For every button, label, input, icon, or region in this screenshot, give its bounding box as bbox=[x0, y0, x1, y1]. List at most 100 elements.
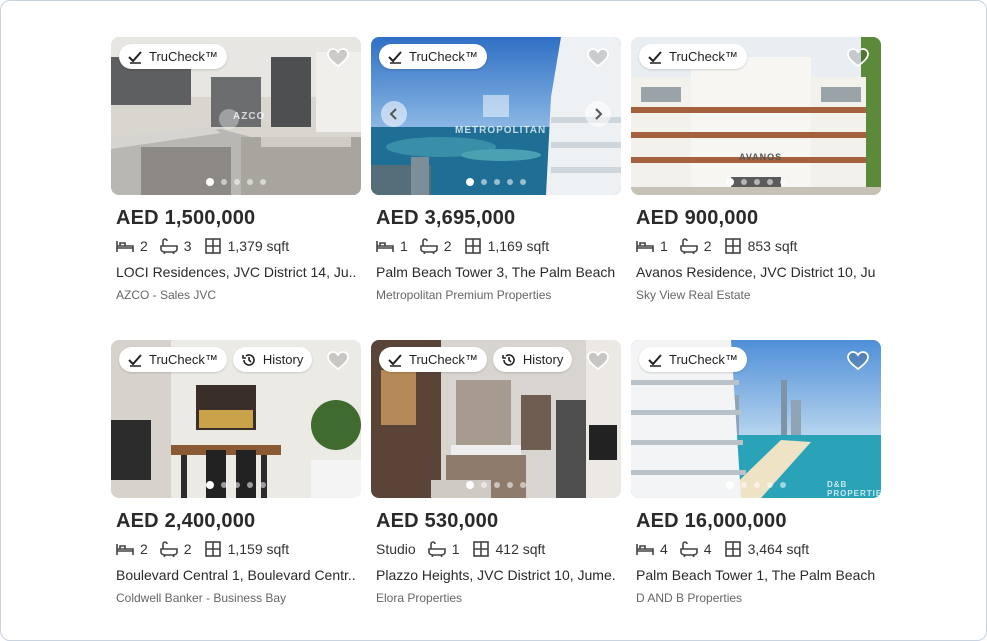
carousel-dot[interactable] bbox=[520, 482, 526, 488]
carousel-dot[interactable] bbox=[780, 179, 786, 185]
listing-title[interactable]: Palm Beach Tower 1, The Palm Beach ... bbox=[636, 567, 876, 583]
trucheck-badge[interactable]: TruCheck™ bbox=[379, 347, 487, 372]
carousel-dot[interactable] bbox=[767, 482, 773, 488]
area-value: 1,169 sqft bbox=[487, 238, 550, 254]
trucheck-badge[interactable]: TruCheck™ bbox=[379, 44, 487, 69]
watermark: METROPOLITAN bbox=[455, 125, 547, 136]
carousel-dot[interactable] bbox=[481, 179, 487, 185]
trucheck-badge[interactable]: TruCheck™ bbox=[119, 347, 227, 372]
history-badge[interactable]: History bbox=[232, 347, 313, 372]
carousel-dot[interactable] bbox=[741, 179, 747, 185]
badge-group: TruCheck™ bbox=[639, 44, 747, 69]
bedrooms-value: 1 bbox=[400, 238, 408, 254]
heart-icon[interactable] bbox=[327, 48, 349, 68]
listing-grid: AZCO TruCheck™ AED 1,500,000 2 3 1,379 s… bbox=[111, 37, 881, 610]
bathrooms-value: 1 bbox=[451, 541, 460, 557]
bed-icon bbox=[116, 241, 134, 252]
agency-name[interactable]: Metropolitan Premium Properties bbox=[376, 288, 621, 302]
heart-icon[interactable] bbox=[847, 48, 869, 68]
floor-plan-icon bbox=[464, 238, 481, 254]
carousel-dot[interactable] bbox=[741, 482, 747, 488]
listing-photo[interactable]: D&B PROPERTIES TruCheck™ bbox=[631, 340, 881, 498]
listing-photo[interactable]: METROPOLITAN TruCheck™ bbox=[371, 37, 621, 195]
carousel-dot[interactable] bbox=[234, 482, 240, 488]
agency-name[interactable]: Coldwell Banker - Business Bay bbox=[116, 591, 361, 605]
carousel-dot[interactable] bbox=[260, 179, 266, 185]
carousel-dot[interactable] bbox=[494, 179, 500, 185]
badge-group: TruCheck™ bbox=[119, 44, 227, 69]
listing-title[interactable]: Avanos Residence, JVC District 10, Ju... bbox=[636, 264, 876, 280]
listing-card[interactable]: METROPOLITAN TruCheck™ AED 3,695,000 1 2 bbox=[371, 37, 621, 340]
heart-icon[interactable] bbox=[327, 351, 349, 371]
badge-group: TruCheck™ History bbox=[119, 347, 313, 372]
heart-icon[interactable] bbox=[847, 351, 869, 371]
carousel-dot[interactable] bbox=[726, 481, 734, 489]
listing-card[interactable]: D&B PROPERTIES TruCheck™ AED 16,000,000 … bbox=[631, 340, 881, 610]
carousel-dot[interactable] bbox=[481, 482, 487, 488]
carousel-dot[interactable] bbox=[520, 179, 526, 185]
carousel-dots bbox=[111, 178, 361, 186]
carousel-dot[interactable] bbox=[466, 481, 474, 489]
listing-card[interactable]: TruCheck™ History AED 530,000 Studio 1 4… bbox=[371, 340, 621, 610]
bedrooms-value: 2 bbox=[140, 238, 148, 254]
carousel-dot[interactable] bbox=[234, 179, 240, 185]
carousel-dot[interactable] bbox=[754, 179, 760, 185]
listing-title[interactable]: Plazzo Heights, JVC District 10, Jume... bbox=[376, 567, 616, 583]
next-photo-button[interactable] bbox=[585, 101, 611, 127]
trucheck-label: TruCheck™ bbox=[149, 49, 218, 64]
floor-plan-icon bbox=[204, 238, 221, 254]
carousel-dot[interactable] bbox=[767, 179, 773, 185]
carousel-dot[interactable] bbox=[507, 482, 513, 488]
agency-name[interactable]: Elora Properties bbox=[376, 591, 621, 605]
trucheck-badge[interactable]: TruCheck™ bbox=[639, 44, 747, 69]
area-value: 1,159 sqft bbox=[227, 541, 290, 557]
carousel-dot[interactable] bbox=[247, 482, 253, 488]
trucheck-badge[interactable]: TruCheck™ bbox=[639, 347, 747, 372]
heart-icon[interactable] bbox=[587, 48, 609, 68]
bathrooms: 2 bbox=[419, 238, 452, 254]
carousel-dots bbox=[371, 481, 621, 489]
listing-card[interactable]: TruCheck™ History AED 2,400,000 2 2 1,15… bbox=[111, 340, 361, 610]
listing-title[interactable]: Boulevard Central 1, Boulevard Centr... bbox=[116, 567, 356, 583]
bathrooms: 3 bbox=[159, 238, 192, 254]
agency-name[interactable]: D AND B Properties bbox=[636, 591, 881, 605]
previous-photo-button[interactable] bbox=[381, 101, 407, 127]
bathrooms-value: 3 bbox=[183, 238, 192, 254]
bedrooms: 2 bbox=[116, 541, 148, 557]
listing-card[interactable]: AZCO TruCheck™ AED 1,500,000 2 3 1,379 s… bbox=[111, 37, 361, 340]
carousel-dot[interactable] bbox=[507, 179, 513, 185]
listing-photo[interactable]: TruCheck™ History bbox=[111, 340, 361, 498]
trucheck-badge[interactable]: TruCheck™ bbox=[119, 44, 227, 69]
listing-specs: 2 2 1,159 sqft bbox=[116, 540, 361, 558]
listing-photo[interactable]: TruCheck™ History bbox=[371, 340, 621, 498]
heart-icon[interactable] bbox=[587, 351, 609, 371]
carousel-dot[interactable] bbox=[221, 179, 227, 185]
area: 412 sqft bbox=[472, 541, 545, 557]
carousel-dot[interactable] bbox=[466, 178, 474, 186]
carousel-dot[interactable] bbox=[754, 482, 760, 488]
carousel-dots bbox=[111, 481, 361, 489]
listing-photo[interactable]: AZCO TruCheck™ bbox=[111, 37, 361, 195]
bedrooms-value: 2 bbox=[140, 541, 148, 557]
carousel-dot[interactable] bbox=[494, 482, 500, 488]
carousel-dot[interactable] bbox=[221, 482, 227, 488]
agency-name[interactable]: AZCO - Sales JVC bbox=[116, 288, 361, 302]
carousel-dot[interactable] bbox=[726, 178, 734, 186]
agency-name[interactable]: Sky View Real Estate bbox=[636, 288, 881, 302]
area: 1,159 sqft bbox=[204, 541, 290, 557]
carousel-dot[interactable] bbox=[780, 482, 786, 488]
listing-title[interactable]: Palm Beach Tower 3, The Palm Beach ... bbox=[376, 264, 616, 280]
carousel-dot[interactable] bbox=[260, 482, 266, 488]
carousel-dot[interactable] bbox=[206, 178, 214, 186]
watermark: AZCO bbox=[233, 111, 266, 122]
trucheck-label: TruCheck™ bbox=[409, 352, 478, 367]
carousel-dot[interactable] bbox=[247, 179, 253, 185]
listing-price: AED 3,695,000 bbox=[376, 207, 516, 229]
carousel-dot[interactable] bbox=[206, 481, 214, 489]
bathrooms-value: 4 bbox=[703, 541, 712, 557]
area: 1,379 sqft bbox=[204, 238, 289, 254]
listing-photo[interactable]: AVANOS TruCheck™ bbox=[631, 37, 881, 195]
listing-card[interactable]: AVANOS TruCheck™ AED 900,000 1 2 853 sqf… bbox=[631, 37, 881, 340]
history-badge[interactable]: History bbox=[492, 347, 573, 372]
listing-title[interactable]: LOCI Residences, JVC District 14, Ju... bbox=[116, 264, 356, 280]
